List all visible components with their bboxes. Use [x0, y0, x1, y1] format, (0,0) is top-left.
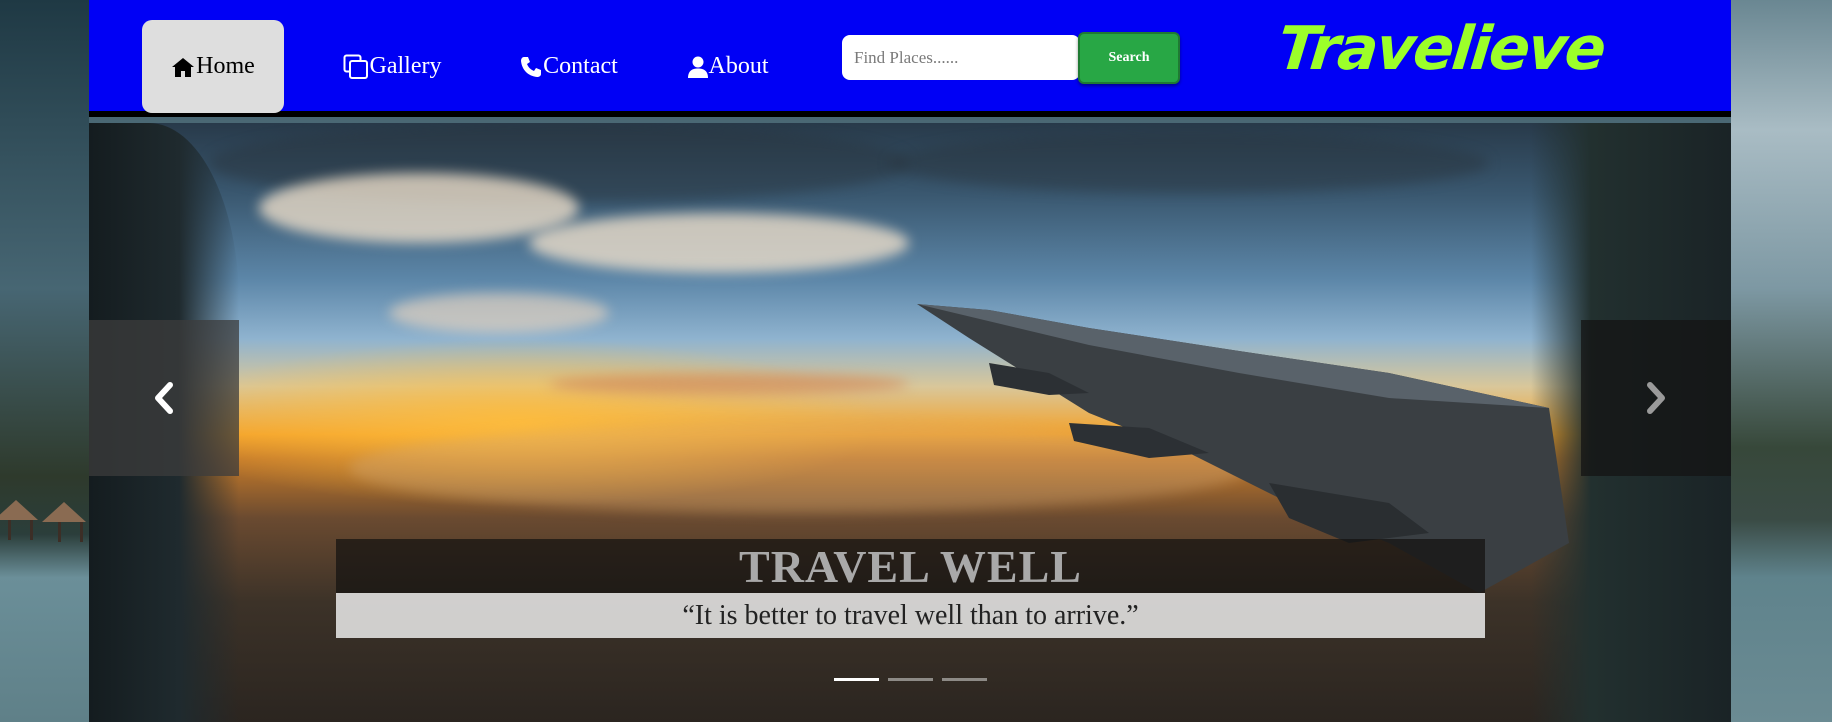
brand-logo[interactable]: Travelieve — [1274, 14, 1607, 86]
nav-gallery-label: Gallery — [369, 53, 442, 79]
nav-gallery-link[interactable]: Gallery — [337, 20, 447, 113]
carousel-indicator-2[interactable] — [888, 678, 933, 681]
nav-about-label: About — [708, 53, 769, 79]
chevron-right-icon — [1647, 382, 1665, 414]
carousel-caption-title-box: TRAVEL WELL — [336, 539, 1485, 593]
navbar: Home Gallery Contact About Search Travel… — [89, 0, 1731, 117]
chevron-left-icon — [155, 382, 173, 414]
gallery-icon — [343, 54, 368, 79]
hero-carousel: TRAVEL WELL “It is better to travel well… — [89, 123, 1731, 722]
carousel-indicator-1[interactable] — [834, 678, 879, 681]
search-button[interactable]: Search — [1078, 32, 1180, 84]
phone-icon — [521, 56, 542, 77]
search-input[interactable] — [842, 35, 1080, 80]
page-frame: Home Gallery Contact About Search Travel… — [89, 0, 1731, 722]
background-scenery-right — [1731, 0, 1832, 722]
nav-home-link[interactable]: Home — [142, 20, 284, 113]
carousel-title: TRAVEL WELL — [739, 540, 1082, 592]
carousel-caption-quote-box: “It is better to travel well than to arr… — [336, 593, 1485, 638]
beach-hut-image — [0, 500, 89, 555]
carousel-indicators — [834, 678, 987, 684]
carousel-indicator-3[interactable] — [942, 678, 987, 681]
background-scenery-left — [0, 0, 89, 722]
carousel-next-button[interactable] — [1581, 320, 1731, 476]
nav-contact-link[interactable]: Contact — [501, 20, 637, 113]
carousel-prev-button[interactable] — [89, 320, 239, 476]
nav-about-link[interactable]: About — [667, 20, 789, 113]
user-icon — [687, 56, 708, 78]
nav-home-label: Home — [196, 53, 255, 79]
carousel-quote: “It is better to travel well than to arr… — [682, 599, 1139, 631]
home-icon — [172, 57, 195, 77]
nav-contact-label: Contact — [543, 53, 618, 79]
